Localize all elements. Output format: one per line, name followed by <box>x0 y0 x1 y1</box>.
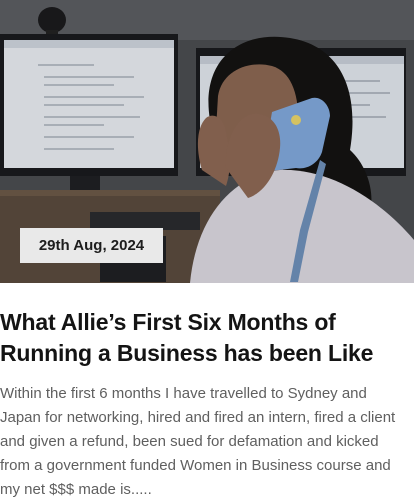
post-title[interactable]: What Allie’s First Six Months of Running… <box>0 307 400 369</box>
post-excerpt: Within the first 6 months I have travell… <box>0 385 396 498</box>
featured-image[interactable]: 29th Aug, 2024 <box>0 0 414 283</box>
date-badge: 29th Aug, 2024 <box>20 228 163 263</box>
post-date: 29th Aug, 2024 <box>38 237 145 254</box>
blog-post-card[interactable]: 29th Aug, 2024 What Allie’s First Six Mo… <box>0 0 414 503</box>
